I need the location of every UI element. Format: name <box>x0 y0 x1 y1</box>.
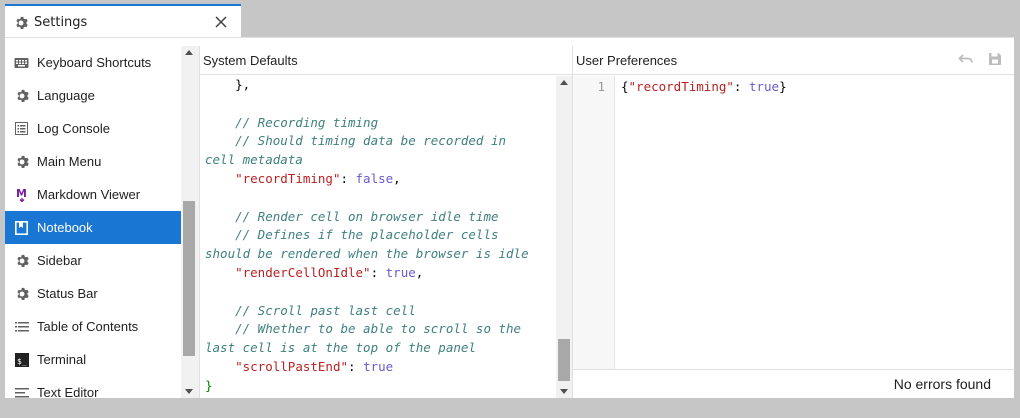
code-line: }, <box>205 77 251 92</box>
user-preferences-header: User Preferences <box>573 46 1014 75</box>
sidebar-item-terminal[interactable]: $_ Terminal <box>5 343 181 376</box>
terminal-icon: $_ <box>14 352 29 367</box>
system-defaults-pane: System Defaults }, // Recording timing /… <box>199 46 573 398</box>
settings-sidebar: Keyboard Shortcuts Language Log Console Mai… <box>5 46 181 398</box>
undo-icon[interactable] <box>958 52 974 69</box>
text-editor-icon <box>14 385 29 398</box>
code-line: "recordTiming": false, <box>235 170 401 186</box>
scroll-up-arrow[interactable] <box>185 50 193 55</box>
svg-text:$_: $_ <box>17 357 27 366</box>
sidebar-item-text-editor[interactable]: Text Editor <box>5 376 181 398</box>
gear-icon <box>14 286 29 301</box>
line-number: 1 <box>597 79 605 94</box>
code-line: // Defines if the placeholder cells <box>205 227 499 243</box>
sidebar-item-label: Markdown Viewer <box>37 187 141 202</box>
tab-title: Settings <box>34 14 88 30</box>
sidebar-item-log-console[interactable]: Log Console <box>5 112 181 145</box>
markdown-icon: M <box>14 187 29 202</box>
notebook-icon <box>14 220 29 235</box>
code-line: "scrollPastEnd": true <box>235 358 394 374</box>
sidebar-item-keyboard-shortcuts[interactable]: Keyboard Shortcuts <box>5 46 181 79</box>
tab-settings[interactable]: Settings <box>5 4 241 38</box>
user-preferences-editor[interactable]: {"recordTiming": true} <box>621 79 787 94</box>
sidebar-item-table-of-contents[interactable]: Table of Contents <box>5 310 181 343</box>
scroll-down-arrow[interactable] <box>185 389 193 394</box>
sidebar-item-label: Text Editor <box>37 385 99 398</box>
code-line: cell metadata <box>205 152 303 168</box>
sidebar-item-label: Log Console <box>37 121 110 136</box>
sidebar-scrollbar[interactable] <box>181 46 199 398</box>
validation-status: No errors found <box>573 369 1015 398</box>
sidebar-item-label: Keyboard Shortcuts <box>37 55 152 70</box>
keyboard-icon <box>14 55 29 70</box>
sidebar-item-label: Status Bar <box>37 286 98 301</box>
sidebar-item-language[interactable]: Language <box>5 79 181 112</box>
gear-icon <box>14 88 29 103</box>
system-defaults-scrollbar[interactable] <box>556 76 573 398</box>
system-defaults-editor[interactable]: }, // Recording timing // Should timing … <box>200 76 555 398</box>
user-preferences-toolbar <box>958 52 1002 69</box>
scroll-up-arrow[interactable] <box>560 80 568 85</box>
line-number-gutter: 1 <box>573 76 615 370</box>
scroll-down-arrow[interactable] <box>560 389 568 394</box>
code-line: {"recordTiming": true} <box>621 79 787 94</box>
code-line: "renderCellOnIdle": true, <box>235 264 424 280</box>
user-preferences-pane: User Preferences 1 {"recordTiming": true… <box>572 46 1015 398</box>
sidebar-item-label: Main Menu <box>37 154 102 169</box>
sidebar-item-label: Notebook <box>37 220 93 235</box>
code-line: // Whether to be able to scroll so the <box>205 321 522 337</box>
code-line: } <box>205 377 213 393</box>
settings-panel: Keyboard Shortcuts Language Log Console Mai… <box>5 37 1015 398</box>
save-icon[interactable] <box>988 52 1002 69</box>
tab-bar: Settings <box>0 0 1020 38</box>
sidebar-item-label: Language <box>37 88 95 103</box>
scrollbar-thumb[interactable] <box>558 339 570 381</box>
sidebar-item-main-menu[interactable]: Main Menu <box>5 145 181 178</box>
code-line: // Render cell on browser idle time <box>205 208 499 224</box>
sidebar-item-notebook[interactable]: Notebook <box>5 211 181 244</box>
gear-icon <box>14 154 29 169</box>
close-icon[interactable] <box>211 12 231 32</box>
code-line: // Scroll past last cell <box>205 302 416 318</box>
gear-icon <box>14 15 28 30</box>
sidebar-item-label: Terminal <box>37 352 87 367</box>
scrollbar-thumb[interactable] <box>183 201 195 356</box>
user-preferences-title: User Preferences <box>576 52 678 68</box>
code-line: // Should timing data be recorded in <box>205 133 507 149</box>
code-line: last cell is at the top of the panel <box>205 340 476 356</box>
system-defaults-title: System Defaults <box>200 46 572 75</box>
sidebar-item-label: Table of Contents <box>37 319 139 334</box>
toc-icon <box>14 319 29 334</box>
sidebar-item-label: Sidebar <box>37 253 82 268</box>
code-line: // Recording timing <box>205 114 379 130</box>
sidebar-item-markdown-viewer[interactable]: M Markdown Viewer <box>5 178 181 211</box>
sidebar-item-sidebar[interactable]: Sidebar <box>5 244 181 277</box>
sidebar-item-status-bar[interactable]: Status Bar <box>5 277 181 310</box>
gear-icon <box>14 253 29 268</box>
code-line: should be rendered when the browser is i… <box>205 246 529 262</box>
list-icon <box>14 121 29 136</box>
